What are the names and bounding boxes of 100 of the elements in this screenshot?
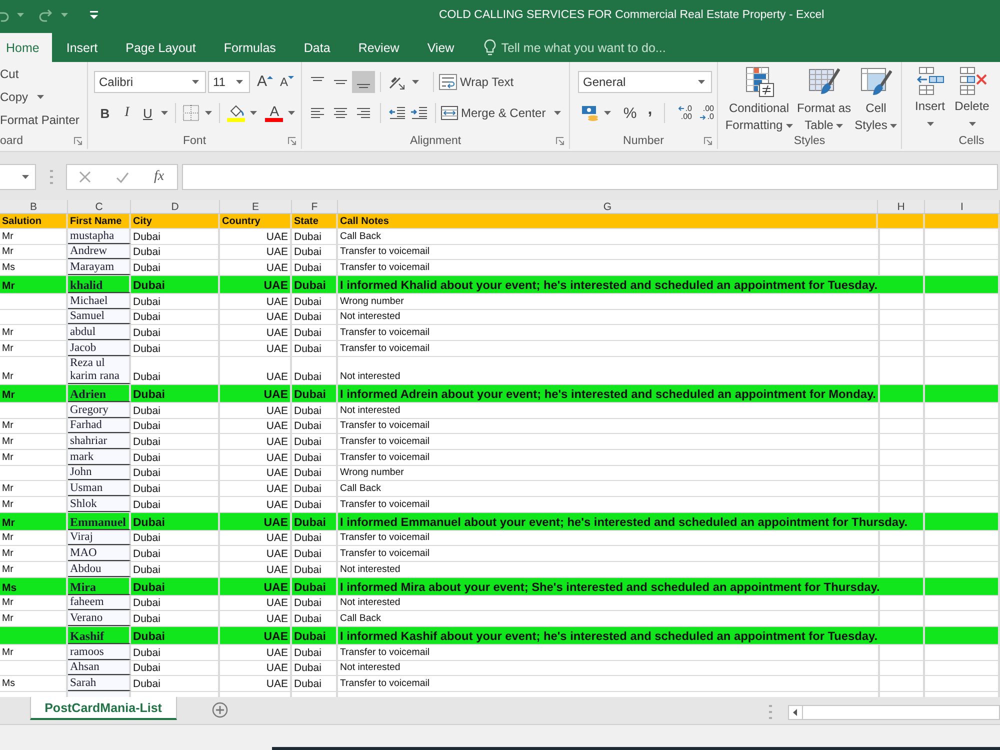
caret-icon bbox=[926, 122, 934, 126]
column-letter[interactable]: B bbox=[0, 200, 68, 213]
column-letter[interactable]: F bbox=[292, 200, 338, 213]
column-letter[interactable]: E bbox=[220, 200, 292, 213]
table-cell: abdul bbox=[68, 325, 131, 340]
table-cell: Kashif bbox=[68, 627, 131, 644]
launcher-icon[interactable] bbox=[556, 137, 564, 145]
delete-cells-button[interactable]: Delete bbox=[950, 66, 994, 126]
wrap-text-button[interactable]: Wrap Text bbox=[439, 72, 514, 92]
cut-button[interactable]: Cut bbox=[0, 62, 19, 85]
color-swatch-icon bbox=[265, 118, 284, 122]
ribbon-tab[interactable]: Insert bbox=[52, 33, 112, 62]
column-letter[interactable]: D bbox=[131, 200, 220, 213]
launcher-icon[interactable] bbox=[74, 137, 82, 145]
italic-button[interactable]: I bbox=[116, 103, 138, 123]
borders-icon bbox=[183, 105, 200, 121]
caret-icon bbox=[554, 111, 561, 115]
table-cell: I informed Khalid about your event; he's interested and scheduled an appointment for Tuesday. bbox=[338, 276, 880, 294]
increase-decimal-button[interactable]: .0 .00 bbox=[670, 103, 692, 123]
table-cell: Abdou bbox=[68, 562, 131, 577]
ribbon-tab[interactable]: Data bbox=[290, 33, 344, 62]
fill-color-button[interactable] bbox=[225, 103, 260, 123]
grid-arrow-icon bbox=[915, 66, 945, 96]
caret-icon bbox=[890, 124, 898, 128]
cell-style-button[interactable]: Cell Styles bbox=[853, 66, 899, 134]
format-painter-button[interactable]: Format Painter bbox=[0, 108, 80, 131]
table-cell: mustapha bbox=[68, 229, 131, 244]
table-bars-icon bbox=[743, 66, 775, 98]
table-cell: Usman bbox=[68, 481, 131, 496]
bottom-align-button[interactable] bbox=[352, 70, 375, 92]
customize-icon[interactable] bbox=[90, 11, 98, 19]
font-name-field[interactable]: Calibri bbox=[94, 70, 206, 92]
tell-me-field[interactable]: Tell me what you want to do... bbox=[501, 40, 686, 56]
table-cell: Jacob bbox=[68, 341, 131, 356]
money-icon bbox=[581, 105, 599, 121]
table-cell: Gregory bbox=[68, 402, 131, 418]
ribbon-tab[interactable]: View bbox=[413, 33, 468, 62]
ribbon-tab[interactable]: Home bbox=[0, 33, 52, 62]
formula-input[interactable] bbox=[182, 164, 998, 190]
redo-icon[interactable] bbox=[38, 8, 54, 22]
borders-button[interactable] bbox=[181, 103, 214, 123]
column-letter[interactable]: I bbox=[925, 200, 1000, 213]
horizontal-scrollbar[interactable] bbox=[788, 705, 1000, 720]
caret-icon bbox=[250, 111, 258, 115]
font-size-field[interactable]: 11 bbox=[208, 70, 250, 92]
comma-style-button[interactable]: , bbox=[641, 103, 659, 123]
column-letter[interactable]: H bbox=[878, 200, 925, 213]
caret-icon bbox=[604, 111, 611, 115]
column-letter[interactable]: G bbox=[338, 200, 878, 213]
table-cell: I informed Emmanuel about your event; he's interested and scheduled an appointment for Thursday. bbox=[338, 512, 910, 530]
caret-icon bbox=[698, 80, 705, 84]
launcher-icon[interactable] bbox=[704, 137, 712, 145]
caret-icon bbox=[161, 111, 168, 115]
table-cell: Sarah bbox=[68, 676, 131, 692]
align-left-icon bbox=[310, 107, 325, 119]
table-cell: Reza ul karim rana bbox=[68, 356, 131, 384]
window-title: COLD CALLING SERVICES FOR Commercial Real Estate Property - Excel bbox=[439, 9, 824, 21]
caret-icon bbox=[17, 13, 24, 17]
caret-icon bbox=[22, 175, 29, 179]
scroll-left-icon bbox=[793, 709, 798, 716]
table-cell: Andrew bbox=[68, 244, 131, 260]
group-label: oard bbox=[0, 135, 24, 147]
column-letter[interactable]: C bbox=[68, 200, 131, 213]
table-style-button[interactable]: Format as Table bbox=[795, 66, 853, 134]
underline-button[interactable]: U bbox=[138, 103, 170, 123]
bold-button[interactable]: B bbox=[94, 103, 116, 123]
percent-button[interactable]: % bbox=[619, 103, 641, 123]
table-cell: Samuel bbox=[68, 310, 131, 324]
add-sheet-icon[interactable] bbox=[212, 702, 228, 718]
copy-button[interactable]: Copy bbox=[0, 85, 44, 108]
caret-icon bbox=[412, 80, 419, 84]
shrink-font-button[interactable]: A bbox=[280, 72, 294, 92]
ribbon-tab[interactable]: Formulas bbox=[210, 33, 290, 62]
table-cell: I informed Mira about your event; She's interested and scheduled an appointment for Thursday. bbox=[338, 578, 882, 595]
increase-indent-icon bbox=[410, 106, 428, 120]
ribbon-tab[interactable]: Review bbox=[344, 33, 414, 62]
caret-icon bbox=[61, 13, 68, 17]
number-format-field[interactable]: General bbox=[578, 70, 712, 92]
insert-function-button[interactable]: fx bbox=[146, 166, 172, 188]
font-color-button[interactable]: A bbox=[263, 103, 298, 123]
merge-center-button[interactable]: Merge & Center bbox=[441, 103, 561, 123]
ribbon-tab[interactable]: Page Layout bbox=[112, 33, 210, 62]
accounting-button[interactable] bbox=[579, 103, 613, 123]
lightbulb-icon bbox=[484, 39, 496, 56]
table-cell: Adrien bbox=[68, 384, 131, 402]
conditional-style-button[interactable]: Conditional Formatting bbox=[723, 66, 795, 134]
launcher-icon[interactable] bbox=[288, 137, 296, 145]
table-cell: John bbox=[68, 466, 131, 480]
cell-brush-icon bbox=[860, 66, 892, 98]
decrease-indent-icon bbox=[388, 106, 406, 120]
group-label: Number bbox=[623, 135, 664, 147]
grow-font-button[interactable]: A bbox=[257, 72, 274, 92]
table-cell: Farhad bbox=[68, 418, 131, 434]
decrease-decimal-button[interactable]: .00 .0 bbox=[692, 103, 714, 123]
insert-cells-button[interactable]: Insert bbox=[910, 66, 950, 126]
table-cell: khalid bbox=[68, 276, 131, 294]
table-cell: shahriar bbox=[68, 434, 131, 449]
bottom-align-icon bbox=[357, 84, 370, 88]
sheet-tab[interactable]: PostCardMania-List bbox=[30, 697, 177, 720]
table-cell: Shlok bbox=[68, 496, 131, 512]
